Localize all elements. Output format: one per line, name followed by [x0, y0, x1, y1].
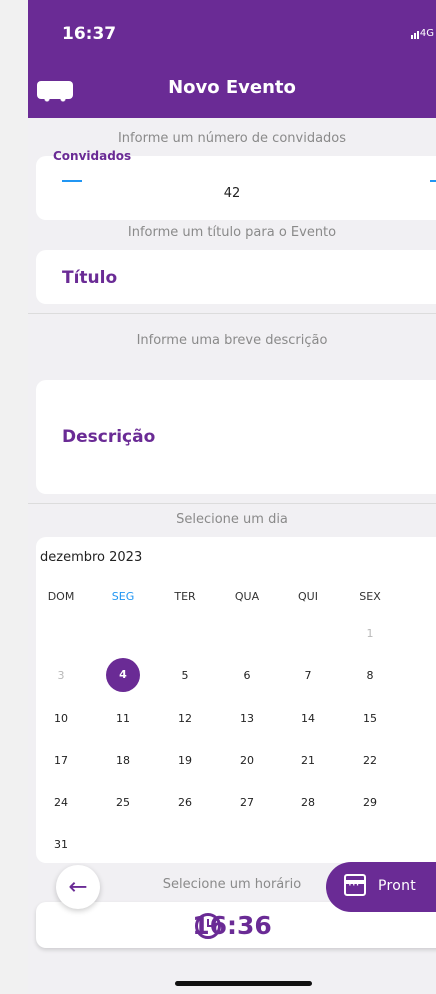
calendar-day[interactable]: 27 [227, 796, 267, 809]
calendar-day[interactable]: 6 [227, 669, 267, 682]
status-network: 4G [410, 28, 434, 39]
description-hint: Informe uma breve descrição [136, 333, 328, 348]
time-value[interactable]: 16:36 [28, 911, 436, 940]
signal-bar [416, 31, 419, 39]
arrow-left-icon: ← [68, 874, 88, 900]
calendar-day[interactable]: 28 [288, 796, 328, 809]
calendar-day[interactable]: 31 [41, 838, 81, 851]
calendar-day[interactable]: 13 [227, 712, 267, 725]
calendar-hint: Selecione um dia [176, 512, 288, 527]
description-input[interactable]: Descrição [62, 427, 155, 447]
calendar-day[interactable]: 3 [41, 669, 81, 682]
calendar-day[interactable]: 12 [165, 712, 205, 725]
background-left [0, 0, 28, 994]
decrement-button[interactable] [62, 180, 82, 182]
calendar-day[interactable]: 10 [41, 712, 81, 725]
weekday-qua: QUA [234, 590, 260, 603]
weekday-seg: SEG [111, 590, 135, 603]
calendar-month: dezembro 2023 [40, 550, 143, 565]
calendar-card [36, 537, 436, 863]
calendar-day[interactable]: 22 [350, 754, 390, 767]
calendar-day[interactable]: 29 [350, 796, 390, 809]
calendar-day[interactable]: 17 [41, 754, 81, 767]
ready-button-label: Pront [378, 878, 417, 894]
calendar-day-selected[interactable]: 4 [106, 658, 140, 692]
calendar-day[interactable]: 5 [165, 669, 205, 682]
calendar-day[interactable]: 15 [350, 712, 390, 725]
page-title: Novo Evento [168, 77, 296, 98]
weekday-dom: DOM [47, 590, 75, 603]
network-label: 4G [419, 28, 434, 39]
signal-bar [413, 33, 416, 39]
weekday-sex: SEX [359, 590, 381, 603]
calendar-day[interactable]: 21 [288, 754, 328, 767]
weekday-ter: TER [174, 590, 196, 603]
calendar-day[interactable]: 26 [165, 796, 205, 809]
calendar-day[interactable]: 19 [165, 754, 205, 767]
guests-hint: Informe um número de convidados [117, 131, 347, 146]
divider [28, 503, 436, 504]
home-indicator[interactable] [175, 981, 312, 986]
weekday-qui: QUI [298, 590, 318, 603]
calendar-day[interactable]: 11 [103, 712, 143, 725]
title-hint: Informe um título para o Evento [127, 225, 337, 240]
app-header: 16:37 4G Novo Evento [28, 0, 436, 118]
guests-label: Convidados [53, 149, 132, 163]
calendar-day[interactable]: 24 [41, 796, 81, 809]
calendar-day[interactable]: 25 [103, 796, 143, 809]
ready-button[interactable]: Pront [326, 862, 436, 912]
signal-icon [410, 35, 413, 39]
calendar-day[interactable]: 20 [227, 754, 267, 767]
increment-button[interactable] [430, 180, 436, 182]
status-time: 16:37 [62, 24, 117, 44]
divider [28, 313, 436, 314]
back-button[interactable]: ← [56, 865, 100, 909]
calendar-day[interactable]: 1 [350, 627, 390, 640]
calendar-day[interactable]: 18 [103, 754, 143, 767]
guests-value[interactable]: 42 [28, 186, 436, 201]
calendar-day[interactable]: 7 [288, 669, 328, 682]
calendar-day[interactable]: 8 [350, 669, 390, 682]
phone-screen: 16:37 4G Novo Evento Informe um número d… [28, 0, 436, 994]
title-input[interactable]: Título [62, 268, 117, 288]
calendar-day[interactable]: 14 [288, 712, 328, 725]
calendar-icon [344, 874, 366, 896]
